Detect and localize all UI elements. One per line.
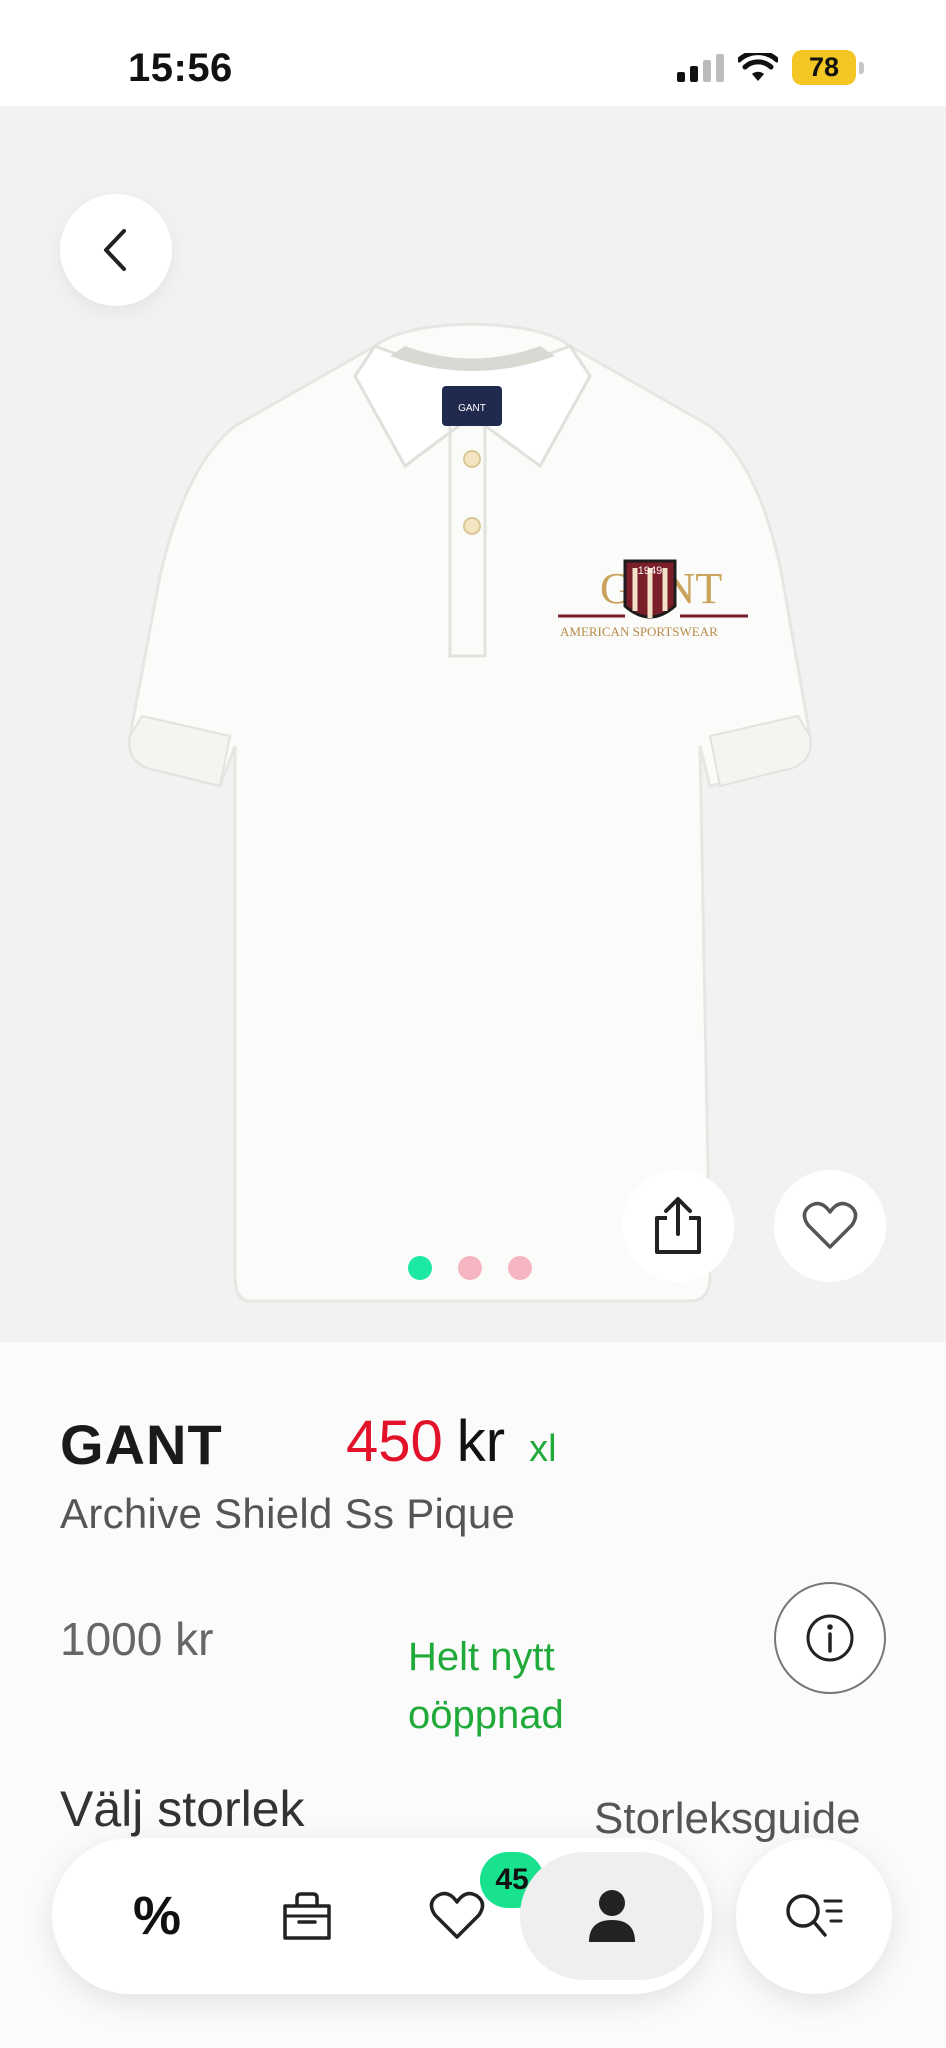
carousel-dot-2[interactable] (458, 1256, 482, 1280)
brand-name: GANT (60, 1413, 223, 1476)
price-currency: kr (456, 1409, 506, 1474)
info-button[interactable] (774, 1582, 886, 1694)
info-icon (806, 1614, 854, 1662)
wifi-icon (738, 52, 778, 81)
logo-year: 1949 (638, 565, 662, 577)
logo-subtext: AMERICAN SPORTSWEAR (560, 624, 718, 639)
heart-icon (802, 1201, 858, 1249)
bag-icon (283, 1892, 331, 1940)
carousel-dots (408, 1256, 532, 1280)
product-image-carousel[interactable]: GANT GANT 1949 AMERICAN SPORTSWEAR (0, 106, 946, 1342)
status-bar: 15:56 78 (0, 0, 946, 106)
carousel-dot-1[interactable] (408, 1256, 432, 1280)
nav-profile[interactable] (520, 1852, 704, 1980)
nav-bag[interactable] (232, 1838, 382, 1994)
original-price: 1000 kr (60, 1613, 214, 1665)
condition-line-1: Helt nytt (408, 1635, 555, 1679)
search-button[interactable] (736, 1838, 892, 1994)
choose-size-heading: Välj storlek (60, 1781, 305, 1837)
back-button[interactable] (60, 194, 172, 306)
price-amount: 450 (346, 1409, 443, 1474)
status-time: 15:56 (128, 46, 233, 90)
share-icon (655, 1197, 701, 1254)
bottom-nav: % 45 (52, 1838, 712, 1994)
signal-icon (677, 53, 724, 82)
share-button[interactable] (622, 1170, 734, 1282)
favorite-button[interactable] (774, 1170, 886, 1282)
search-list-icon (786, 1894, 843, 1937)
product-name: Archive Shield Ss Pique (60, 1490, 516, 1537)
status-icons: 78 (677, 50, 864, 85)
condition-line-2: oöppnad (408, 1693, 564, 1737)
carousel-dot-3[interactable] (508, 1256, 532, 1280)
back-arrow-icon (104, 229, 126, 271)
heart-icon (429, 1891, 485, 1939)
shirt-label: GANT (458, 403, 486, 414)
size-tag: xl (529, 1428, 557, 1470)
product-image: GANT GANT 1949 AMERICAN SPORTSWEAR (127, 322, 812, 1303)
price: 450 kr xl (346, 1408, 557, 1475)
nav-discount[interactable]: % (82, 1838, 232, 1994)
size-guide-link[interactable]: Storleksguide (594, 1794, 861, 1844)
percent-icon: % (132, 1886, 181, 1946)
battery-indicator: 78 (792, 50, 864, 85)
user-icon (589, 1890, 635, 1942)
condition-note: Helt nytt oöppnad (408, 1628, 564, 1744)
